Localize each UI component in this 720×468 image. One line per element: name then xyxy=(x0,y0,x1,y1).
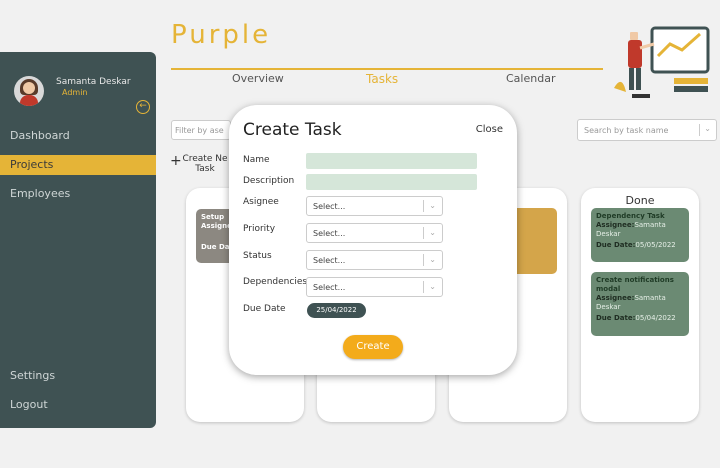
select-separator xyxy=(423,227,424,239)
status-select-value: Select... xyxy=(313,256,346,265)
sidebar-item-dashboard[interactable]: Dashboard xyxy=(0,126,156,146)
avatar-face xyxy=(23,82,35,94)
sidebar-item-logout[interactable]: Logout xyxy=(0,395,156,415)
status-select[interactable]: Select... ⌄ xyxy=(306,250,443,270)
filter-input[interactable]: Filter by ase xyxy=(171,120,231,140)
close-button[interactable]: Close xyxy=(476,124,503,135)
select-separator xyxy=(423,254,424,266)
status-label: Status xyxy=(243,251,272,261)
task-card[interactable]: Dependency Task Assignee:Samanta Deskar … xyxy=(591,208,689,262)
create-new-task-label: Create Ne Task xyxy=(182,154,228,174)
chevron-down-icon: ⌄ xyxy=(429,255,436,264)
user-role: Admin xyxy=(62,88,88,97)
select-separator xyxy=(423,281,424,293)
name-field[interactable] xyxy=(306,153,477,169)
description-label: Description xyxy=(243,176,295,186)
create-task-modal: Create Task Close Name Description Asign… xyxy=(229,105,517,375)
sidebar-item-settings[interactable]: Settings xyxy=(0,366,156,386)
sidebar-item-employees[interactable]: Employees xyxy=(0,184,156,204)
task-card-due-label: Due Date: xyxy=(596,241,636,249)
tab-overview[interactable]: Overview xyxy=(232,72,284,85)
name-label: Name xyxy=(243,155,270,165)
task-card-title: Create notifications modal xyxy=(596,276,674,293)
sidebar: Samanta Deskar Admin ← Dashboard Project… xyxy=(0,52,156,428)
collapse-sidebar-icon[interactable]: ← xyxy=(136,100,150,114)
dependencies-select[interactable]: Select... ⌄ xyxy=(306,277,443,297)
task-card-assignee-label: Assignee: xyxy=(596,294,635,302)
assignee-select-value: Select... xyxy=(313,202,346,211)
priority-select-value: Select... xyxy=(313,229,346,238)
avatar[interactable] xyxy=(14,76,44,106)
due-date-label: Due Date xyxy=(243,304,286,314)
priority-label: Priority xyxy=(243,224,276,234)
column-done: Done Dependency Task Assignee:Samanta De… xyxy=(581,188,699,422)
header-illustration xyxy=(614,26,710,98)
task-card-due: 05/04/2022 xyxy=(635,314,676,322)
sidebar-item-projects[interactable]: Projects xyxy=(0,155,156,175)
select-separator xyxy=(423,200,424,212)
assignee-select[interactable]: Select... ⌄ xyxy=(306,196,443,216)
search-separator xyxy=(699,124,700,136)
modal-title: Create Task xyxy=(243,120,342,140)
create-button[interactable]: Create xyxy=(343,335,403,359)
tab-calendar[interactable]: Calendar xyxy=(506,72,555,85)
due-date-picker[interactable]: 25/04/2022 xyxy=(307,303,366,318)
chevron-down-icon: ⌄ xyxy=(429,282,436,291)
user-name: Samanta Deskar xyxy=(56,77,131,87)
column-title: Done xyxy=(625,194,655,207)
task-card-title: Dependency Task xyxy=(596,212,665,220)
chevron-down-icon: ⌄ xyxy=(429,201,436,210)
task-card-due: 05/05/2022 xyxy=(635,241,676,249)
search-input[interactable]: Search by task name ⌄ xyxy=(577,119,717,141)
tab-tasks[interactable]: Tasks xyxy=(366,72,398,86)
brand-logo: Purple xyxy=(171,20,272,50)
dependencies-label: Dependencies xyxy=(243,277,308,287)
task-card[interactable]: Create notifications modal Assignee:Sama… xyxy=(591,272,689,336)
chevron-down-icon: ⌄ xyxy=(704,124,711,133)
search-placeholder: Search by task name xyxy=(584,126,669,135)
description-field[interactable] xyxy=(306,174,477,190)
task-card-assignee-label: Assignee: xyxy=(596,221,635,229)
avatar-body xyxy=(20,95,38,106)
assignee-label: Asignee xyxy=(243,197,279,207)
chevron-down-icon: ⌄ xyxy=(429,228,436,237)
task-card-due-label: Due Date: xyxy=(596,314,636,322)
dependencies-select-value: Select... xyxy=(313,283,346,292)
filter-placeholder: Filter by ase xyxy=(175,126,224,135)
header-divider xyxy=(171,68,603,70)
priority-select[interactable]: Select... ⌄ xyxy=(306,223,443,243)
